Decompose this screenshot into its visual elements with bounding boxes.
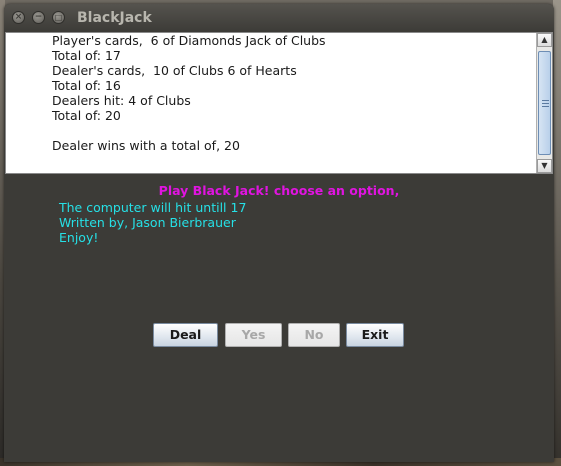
thumb-grip-icon — [542, 100, 549, 101]
close-window-icon[interactable]: × — [12, 11, 25, 24]
output-line: Dealer wins with a total of, 20 — [52, 138, 240, 153]
info-text: The computer will hit untill 17 Written … — [59, 200, 246, 245]
output-line: Total of: 17 — [52, 48, 121, 63]
title-bar[interactable]: × − □ BlackJack — [4, 4, 554, 32]
thumb-grip-icon — [542, 106, 549, 107]
minimize-window-icon[interactable]: − — [32, 11, 45, 24]
info-line: The computer will hit untill 17 — [59, 200, 247, 215]
scroll-up-icon[interactable]: ▲ — [537, 33, 552, 47]
yes-button[interactable]: Yes — [225, 323, 282, 347]
scroll-down-icon[interactable]: ▼ — [537, 159, 552, 173]
deal-button[interactable]: Deal — [153, 323, 218, 347]
game-output-scrollpane[interactable]: Player's cards, 6 of Diamonds Jack of Cl… — [5, 32, 553, 174]
blackjack-window: × − □ BlackJack Player's cards, 6 of Dia… — [4, 4, 554, 462]
vertical-scrollbar[interactable]: ▲ ▼ — [536, 33, 552, 173]
info-line: Written by, Jason Bierbrauer — [59, 215, 236, 230]
output-line: Total of: 20 — [52, 108, 121, 123]
output-margin-left — [6, 33, 51, 173]
prompt-label: Play Black Jack! choose an option, — [158, 183, 400, 198]
output-margin-right — [491, 33, 536, 173]
maximize-window-icon[interactable]: □ — [52, 11, 65, 24]
game-output-text[interactable]: Player's cards, 6 of Diamonds Jack of Cl… — [51, 33, 491, 173]
output-line: Player's cards, 6 of Diamonds Jack of Cl… — [52, 33, 326, 48]
thumb-grip-icon — [542, 103, 549, 104]
desktop-wallpaper-right — [553, 0, 561, 466]
output-line: Dealers hit: 4 of Clubs — [52, 93, 191, 108]
window-title: BlackJack — [77, 10, 152, 26]
output-line: Dealer's cards, 10 of Clubs 6 of Hearts — [52, 63, 297, 78]
exit-button[interactable]: Exit — [346, 323, 404, 347]
scrollbar-thumb[interactable] — [538, 51, 551, 155]
info-line: Enjoy! — [59, 230, 99, 245]
output-line: Total of: 16 — [52, 78, 121, 93]
no-button[interactable]: No — [288, 323, 340, 347]
